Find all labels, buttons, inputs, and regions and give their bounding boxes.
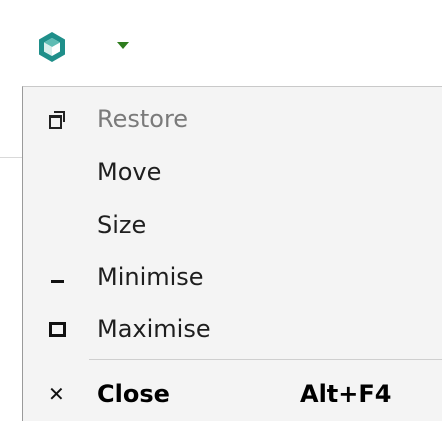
menu-item-shortcut: Alt+F4 bbox=[300, 380, 392, 408]
maximise-icon bbox=[45, 317, 69, 341]
menu-item-close[interactable]: ✕ Close Alt+F4 bbox=[23, 368, 442, 420]
menu-item-label: Maximise bbox=[97, 315, 211, 343]
window-frame: Restore Move Size Minimise Maximise ✕ Cl… bbox=[0, 0, 442, 421]
menu-item-label: Close bbox=[97, 380, 170, 408]
menu-item-minimise[interactable]: Minimise bbox=[23, 251, 442, 303]
minimise-icon bbox=[45, 265, 69, 289]
title-bar bbox=[0, 0, 442, 86]
chevron-down-icon[interactable] bbox=[117, 42, 129, 49]
menu-item-size[interactable]: Size bbox=[23, 199, 442, 251]
menu-separator bbox=[89, 359, 442, 360]
system-menu: Restore Move Size Minimise Maximise ✕ Cl… bbox=[22, 86, 442, 421]
menu-item-label: Restore bbox=[97, 105, 189, 133]
restore-icon bbox=[45, 107, 69, 131]
window-divider bbox=[0, 157, 22, 158]
menu-item-label: Minimise bbox=[97, 263, 204, 291]
menu-item-move[interactable]: Move bbox=[23, 146, 442, 198]
menu-item-maximise[interactable]: Maximise bbox=[23, 303, 442, 355]
menu-item-label: Move bbox=[97, 158, 162, 186]
menu-item-label: Size bbox=[97, 211, 147, 239]
menu-item-restore[interactable]: Restore bbox=[23, 93, 442, 145]
app-logo-icon[interactable] bbox=[38, 31, 66, 63]
close-icon: ✕ bbox=[48, 382, 65, 406]
